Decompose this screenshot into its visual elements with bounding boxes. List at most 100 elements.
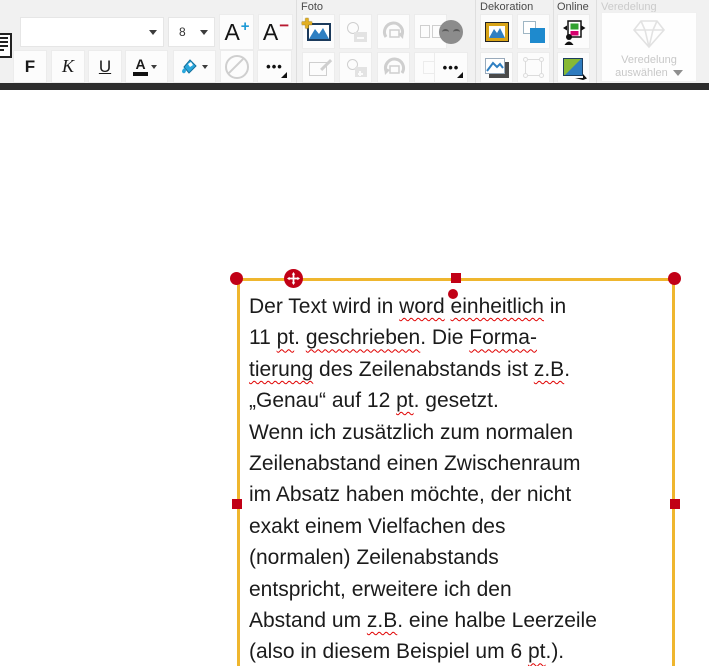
photo-service-icon bbox=[562, 19, 586, 45]
foto-more-button[interactable]: ••• bbox=[434, 52, 468, 83]
overlap-squares-button[interactable] bbox=[517, 14, 550, 49]
group-separator bbox=[475, 0, 476, 83]
insert-image-button[interactable]: ✚ bbox=[302, 14, 335, 49]
text-line: „Genau“ auf 12 pt. gesetzt. bbox=[249, 385, 667, 416]
edge-handle-top[interactable] bbox=[451, 273, 461, 283]
decrease-font-label: A bbox=[263, 21, 278, 44]
misspelled-word: tierung bbox=[249, 358, 313, 381]
export-image-button[interactable] bbox=[557, 52, 590, 83]
more-corner-triangle bbox=[457, 72, 463, 78]
image-shadow-icon bbox=[485, 58, 509, 78]
edit-image-button bbox=[302, 52, 335, 83]
frame-corners-button bbox=[517, 52, 550, 83]
online-group-label: Online bbox=[557, 1, 589, 13]
text-line: Der Text wird in word einheitlich in bbox=[249, 291, 667, 322]
edge-handle-right[interactable] bbox=[670, 499, 680, 509]
rotate-right-icon bbox=[382, 21, 406, 43]
add-image-icon bbox=[345, 59, 367, 77]
group-separator bbox=[596, 0, 597, 83]
text-line: Zeilenabstand einen Zwischenraum bbox=[249, 448, 667, 479]
edit-image-icon bbox=[309, 60, 329, 76]
corner-handle-top-right[interactable] bbox=[668, 272, 681, 285]
size-dropdown-arrow bbox=[200, 30, 208, 35]
rotate-left-button bbox=[377, 52, 410, 83]
text-line: (also in diesem Beispiel um 6 pt.). bbox=[249, 636, 667, 666]
misspelled-word: einheitlich bbox=[451, 295, 544, 318]
misspelled-word: Forma- bbox=[469, 326, 537, 349]
misspelled-word: z.B bbox=[367, 609, 397, 632]
misspelled-word: word bbox=[399, 295, 445, 318]
image-shadow-button[interactable] bbox=[480, 52, 513, 83]
text-line: im Absatz haben möchte, der nicht bbox=[249, 479, 667, 510]
text-line: tierung des Zeilenabstands ist z.B. bbox=[249, 354, 667, 385]
decrease-font-size-button[interactable]: A− bbox=[258, 14, 293, 50]
replace-image-icon bbox=[345, 22, 367, 42]
misspelled-word: z.B bbox=[534, 358, 564, 381]
dekoration-group-label: Dekoration bbox=[480, 1, 533, 13]
text-line: entspricht, erweitere ich den bbox=[249, 574, 667, 605]
text-line: Abstand um z.B. eine halbe Leerzeile bbox=[249, 605, 667, 636]
rotate-right-button bbox=[377, 14, 410, 49]
font-name-select[interactable] bbox=[20, 17, 164, 47]
font-size-value: 8 bbox=[169, 25, 194, 39]
text-line: exakt einem Vielfachen des bbox=[249, 511, 667, 542]
text-line: (normalen) Zeilenabstands bbox=[249, 542, 667, 573]
fill-color-button[interactable] bbox=[173, 50, 216, 83]
veredelung-label-line2: auswählen bbox=[602, 67, 696, 80]
group-separator bbox=[296, 0, 297, 83]
bold-button[interactable]: F bbox=[13, 50, 47, 83]
veredelung-dropdown-arrow bbox=[673, 70, 683, 76]
font-color-dropdown-arrow bbox=[151, 65, 157, 69]
document-canvas[interactable]: Der Text wird in word einheitlich in11 p… bbox=[0, 90, 709, 666]
font-color-icon: A bbox=[133, 57, 148, 76]
text-line: Wenn ich zusätzlich zum normalen bbox=[249, 417, 667, 448]
rotate-left-icon bbox=[382, 57, 406, 79]
toolbar-bottom-bar bbox=[0, 83, 709, 90]
face-button[interactable] bbox=[434, 14, 468, 49]
italic-button[interactable]: K bbox=[51, 50, 85, 83]
more-corner-triangle bbox=[281, 72, 287, 78]
text-frame-icon bbox=[0, 33, 12, 58]
overlap-squares-icon bbox=[522, 20, 546, 44]
font-color-button[interactable]: A bbox=[125, 50, 168, 83]
replace-image-button bbox=[339, 14, 372, 49]
underline-label: U bbox=[99, 57, 111, 77]
photo-editor-window: 8 A+ A− F K U A bbox=[0, 0, 709, 666]
face-icon bbox=[439, 20, 463, 44]
diamond-icon bbox=[632, 19, 666, 49]
no-fill-icon bbox=[225, 55, 249, 79]
move-handle-icon[interactable] bbox=[284, 269, 303, 288]
toolbar: 8 A+ A− F K U A bbox=[0, 0, 709, 90]
framed-image-icon bbox=[485, 22, 509, 42]
decrease-font-minus: − bbox=[279, 16, 289, 36]
veredelung-label-line1: Veredelung bbox=[602, 54, 696, 67]
bold-label: F bbox=[25, 57, 35, 77]
picture-frame-button[interactable] bbox=[480, 14, 513, 49]
add-image-button bbox=[339, 52, 372, 83]
photo-service-button[interactable] bbox=[557, 14, 590, 49]
text-line: 11 pt. geschrieben. Die Forma- bbox=[249, 322, 667, 353]
edge-handle-left[interactable] bbox=[232, 499, 242, 509]
increase-font-plus: + bbox=[241, 18, 250, 35]
fill-color-bucket-icon bbox=[179, 58, 199, 76]
font-dropdown-arrow bbox=[149, 30, 157, 35]
frame-corners-icon bbox=[525, 59, 542, 76]
insert-image-icon: ✚ bbox=[307, 23, 331, 41]
corner-handle-top-left[interactable] bbox=[230, 272, 243, 285]
rotate-handle-icon[interactable] bbox=[448, 289, 458, 299]
no-fill-button bbox=[220, 50, 254, 83]
misspelled-word: pt bbox=[396, 389, 414, 412]
underline-button[interactable]: U bbox=[88, 50, 122, 83]
font-size-select[interactable]: 8 bbox=[168, 17, 215, 47]
increase-font-size-button[interactable]: A+ bbox=[219, 14, 254, 50]
textbox-text[interactable]: Der Text wird in word einheitlich in11 p… bbox=[249, 291, 667, 666]
fill-color-dropdown-arrow bbox=[202, 65, 208, 69]
increase-font-label: A bbox=[224, 21, 239, 44]
foto-group-label: Foto bbox=[301, 1, 323, 13]
group-separator bbox=[553, 0, 554, 83]
font-color-label: A bbox=[135, 57, 145, 71]
selected-text-box[interactable]: Der Text wird in word einheitlich in11 p… bbox=[237, 278, 675, 666]
text-more-button[interactable]: ••• bbox=[257, 50, 292, 83]
veredelung-select-button: Veredelung auswählen bbox=[601, 12, 697, 82]
italic-label: K bbox=[62, 56, 74, 77]
